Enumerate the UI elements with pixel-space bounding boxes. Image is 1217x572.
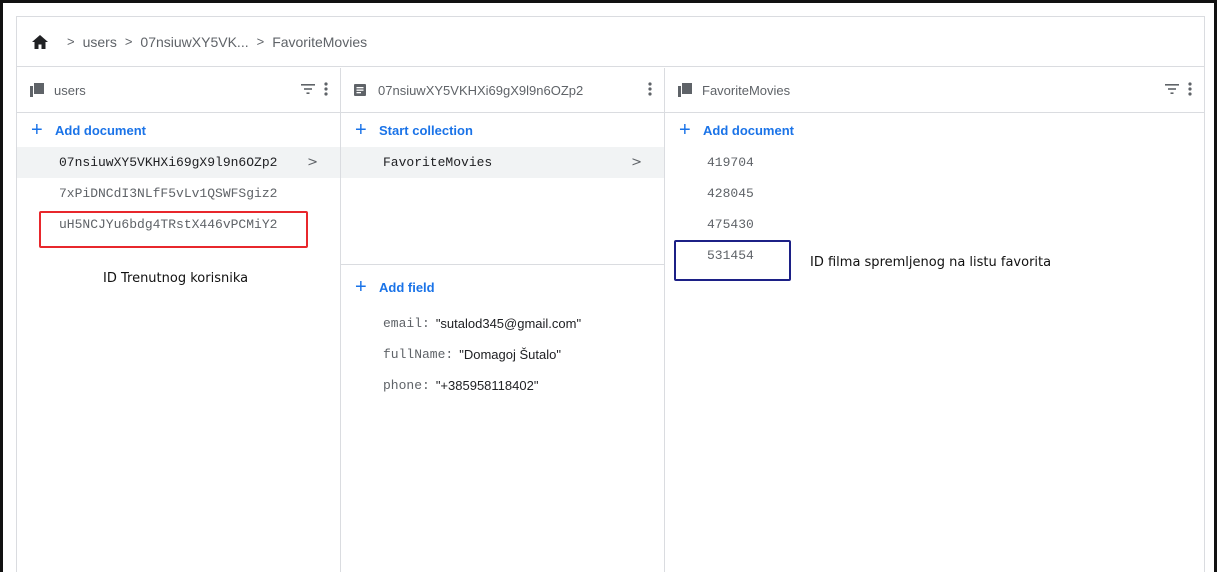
add-document-button[interactable]: + Add document xyxy=(17,113,340,147)
chevron-right-icon: > xyxy=(67,34,75,49)
document-column-header: 07nsiuwXY5VKHXi69gX9l9n6OZp2 xyxy=(341,68,664,113)
current-user-annotation: ID Trenutnog korisnika xyxy=(103,271,249,286)
field-value: "sutalod345@gmail.com" xyxy=(435,316,582,331)
chevron-right-icon: > xyxy=(124,34,133,49)
breadcrumb-item-users[interactable]: users xyxy=(83,34,117,50)
list-item[interactable]: FavoriteMovies > xyxy=(341,147,664,178)
collection-icon xyxy=(29,82,45,98)
field-value: "Domagoj Šutalo" xyxy=(459,347,561,362)
add-document-button[interactable]: + Add document xyxy=(665,113,1204,147)
list-item[interactable]: 475430 xyxy=(665,209,1204,240)
field-row-phone[interactable]: phone: "+385958118402" xyxy=(341,370,664,401)
columns: users + Add document 07nsiuwXY5VKHXi69gX… xyxy=(17,68,1204,572)
breadcrumb: > users > 07nsiuwXY5VK... > FavoriteMovi… xyxy=(17,17,1204,67)
list-item[interactable]: 428045 xyxy=(665,178,1204,209)
users-column-title: users xyxy=(54,82,86,98)
list-item[interactable]: 7xPiDNCdI3NLfF5vLv1QSWFSgiz2 xyxy=(17,178,340,209)
favoritemovies-column-title: FavoriteMovies xyxy=(702,82,791,98)
add-document-label: Add document xyxy=(703,122,794,138)
field-row-email[interactable]: email: "sutalod345@gmail.com" xyxy=(341,308,664,339)
more-vert-icon[interactable] xyxy=(324,81,328,99)
filter-icon[interactable] xyxy=(300,83,316,98)
users-column-header: users xyxy=(17,68,340,113)
document-id: 07nsiuwXY5VKHXi69gX9l9n6OZp2 xyxy=(59,155,278,170)
breadcrumb-item-favoritemovies[interactable]: FavoriteMovies xyxy=(272,34,367,50)
more-vert-icon[interactable] xyxy=(648,81,652,99)
breadcrumb-item-document[interactable]: 07nsiuwXY5VK... xyxy=(140,34,248,50)
chevron-right-icon: > xyxy=(631,155,642,170)
plus-icon: + xyxy=(679,119,691,141)
more-vert-icon[interactable] xyxy=(1188,81,1192,99)
document-id: 7xPiDNCdI3NLfF5vLv1QSWFSgiz2 xyxy=(59,186,278,201)
field-row-fullname[interactable]: fullName: "Domagoj Šutalo" xyxy=(341,339,664,370)
section-divider xyxy=(341,264,664,265)
filter-icon[interactable] xyxy=(1164,83,1180,98)
list-item[interactable]: 07nsiuwXY5VKHXi69gX9l9n6OZp2 > xyxy=(17,147,340,178)
favorite-movie-highlight xyxy=(674,240,791,281)
chevron-right-icon: > xyxy=(307,155,318,170)
plus-icon: + xyxy=(31,119,43,141)
chevron-right-icon: > xyxy=(256,34,265,49)
add-field-button[interactable]: + Add field xyxy=(341,270,664,304)
favoritemovies-column: FavoriteMovies + Add document 419704 428… xyxy=(665,68,1204,572)
document-id: 428045 xyxy=(707,186,754,201)
subcollection-name: FavoriteMovies xyxy=(383,155,493,170)
start-collection-button[interactable]: + Start collection xyxy=(341,113,664,147)
plus-icon: + xyxy=(355,119,367,141)
field-key: phone: xyxy=(383,378,430,393)
current-user-highlight xyxy=(39,211,308,248)
start-collection-label: Start collection xyxy=(379,122,473,138)
document-column-title: 07nsiuwXY5VKHXi69gX9l9n6OZp2 xyxy=(378,82,584,98)
list-item[interactable]: 419704 xyxy=(665,147,1204,178)
field-key: fullName: xyxy=(383,347,454,362)
collection-icon xyxy=(677,82,693,98)
favorite-movie-annotation: ID filma spremljenog na listu favorita xyxy=(810,255,1052,270)
firestore-panel: > users > 07nsiuwXY5VK... > FavoriteMovi… xyxy=(16,16,1205,572)
document-id: 475430 xyxy=(707,217,754,232)
document-column: 07nsiuwXY5VKHXi69gX9l9n6OZp2 + Start col… xyxy=(341,68,665,572)
add-field-label: Add field xyxy=(379,279,435,295)
document-id: 419704 xyxy=(707,155,754,170)
plus-icon: + xyxy=(355,276,367,298)
add-document-label: Add document xyxy=(55,122,146,138)
field-key: email: xyxy=(383,316,430,331)
favoritemovies-column-header: FavoriteMovies xyxy=(665,68,1204,113)
field-value: "+385958118402" xyxy=(435,378,539,393)
home-icon[interactable] xyxy=(31,33,49,51)
document-icon xyxy=(353,82,369,98)
users-column: users + Add document 07nsiuwXY5VKHXi69gX… xyxy=(17,68,341,572)
